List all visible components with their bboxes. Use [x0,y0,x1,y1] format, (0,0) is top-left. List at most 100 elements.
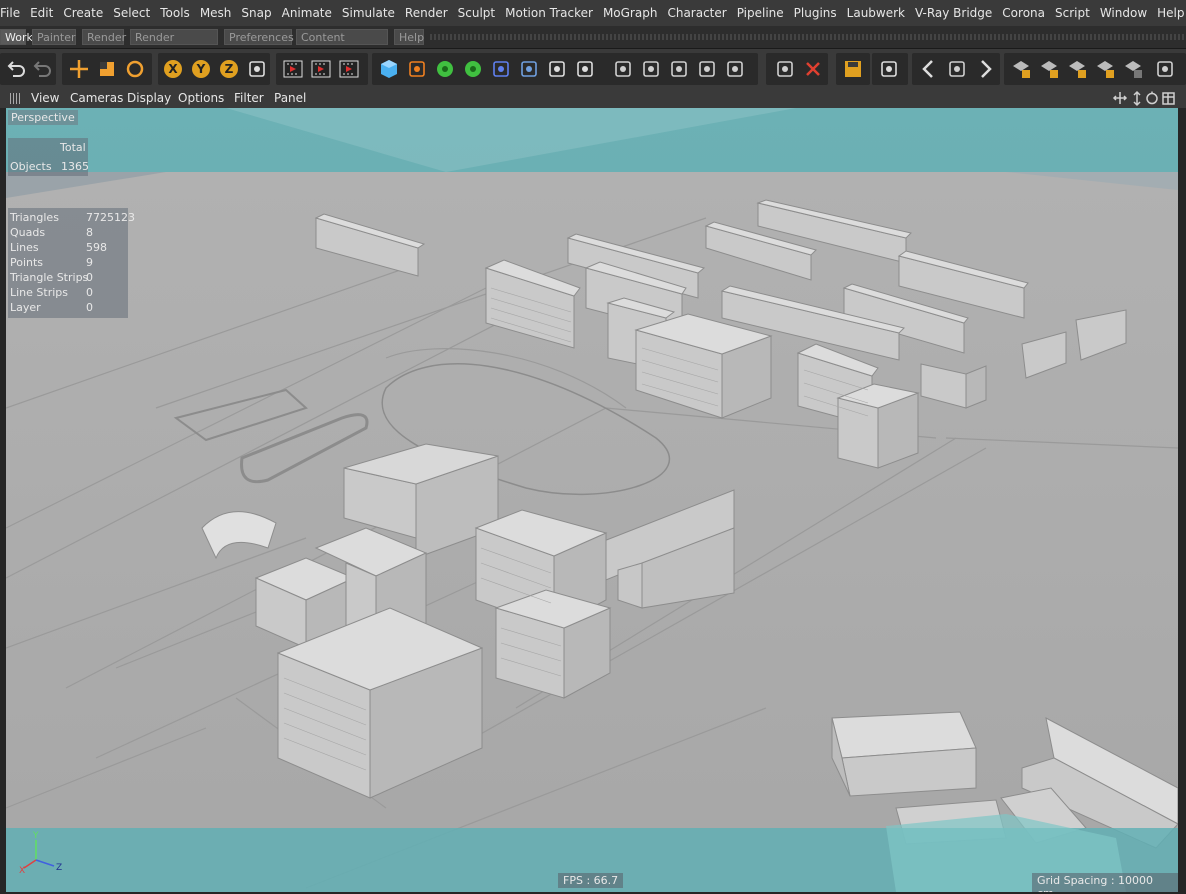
deformer-icon[interactable] [488,55,514,83]
menu-plugins[interactable]: Plugins [789,0,842,26]
snap-icon[interactable] [610,55,636,83]
z-axis-icon[interactable]: Z [216,55,242,83]
viewport-menu-filter[interactable]: Filter [234,89,264,108]
lock-x-icon[interactable] [1008,55,1034,83]
axis-z-label: Z [56,863,62,873]
menu-sculpt[interactable]: Sculpt [453,0,500,26]
menu-character[interactable]: Character [662,0,731,26]
perspective-viewport[interactable]: Perspective Total Objects 1365 Triangles… [6,108,1178,892]
main-menu-bar: File Edit Create Select Tools Mesh Snap Animate… [0,0,1186,26]
viewport-menu-display[interactable]: Display [127,89,171,108]
fps-readout: FPS : 66.7 [558,873,624,888]
edit-render-settings-icon[interactable] [336,55,362,83]
delete-icon[interactable] [800,55,826,83]
x-axis-icon[interactable]: X [160,55,186,83]
grid-spacing-readout: Grid Spacing : 10000 cm [1032,873,1178,892]
svg-text:X: X [168,62,178,76]
coordinate-system-icon[interactable] [244,55,270,83]
lock-extra-icon[interactable] [1120,55,1146,83]
viewport-nav-icons[interactable] [1110,90,1180,107]
scale-icon[interactable] [94,55,120,83]
lock-hierarchy-icon[interactable] [1092,55,1118,83]
stats-objects-value: 1365 [61,160,89,173]
move-icon[interactable] [66,55,92,83]
menu-window[interactable]: Window [1095,0,1152,26]
menu-create[interactable]: Create [58,0,108,26]
layout-bar-hatch [430,34,1186,40]
svg-text:Y: Y [196,62,206,76]
menu-select[interactable]: Select [108,0,155,26]
stats-objects-label: Objects [10,160,52,173]
stat-value-lines: 598 [86,241,107,254]
lock-z-icon[interactable] [1064,55,1090,83]
menu-laubwerk[interactable]: Laubwerk [842,0,910,26]
viewport-right-border [1178,108,1186,894]
menu-snap[interactable]: Snap [236,0,276,26]
main-toolbar: X Y Z [0,49,1186,90]
pen-icon[interactable] [404,55,430,83]
open-icon[interactable] [876,55,902,83]
menu-help[interactable]: Help [1152,0,1186,26]
stat-value-line-strips: 0 [86,286,93,299]
menu-render[interactable]: Render [400,0,453,26]
cube-icon[interactable] [376,55,402,83]
stats-total-header: Total [60,141,86,154]
viewport-menu-panel[interactable]: Panel [274,89,306,108]
floor-icon[interactable] [516,55,542,83]
cloner-icon[interactable] [460,55,486,83]
layout-tab-render[interactable]: Render [82,29,126,45]
layout-tab-preferences[interactable]: Preferences [224,29,294,45]
scene-render [6,108,1178,892]
layout-icon[interactable] [944,55,970,83]
menu-motion-tracker[interactable]: Motion Tracker [500,0,598,26]
save-icon[interactable] [840,55,866,83]
undo-icon[interactable] [2,55,28,83]
menu-v-ray-bridge[interactable]: V-Ray Bridge [910,0,997,26]
menu-mesh[interactable]: Mesh [195,0,237,26]
layout-tab-bar: WorkPainter RenderRender Settings Preferen… [0,26,1186,60]
layout-tab-work[interactable]: Work [0,29,33,45]
menu-tools[interactable]: Tools [155,0,195,26]
subdivision-icon[interactable] [432,55,458,83]
spline-icon[interactable] [1152,55,1178,83]
viewport-menu-options[interactable]: Options [178,89,224,108]
quantize-icon[interactable] [666,55,692,83]
redo-icon[interactable] [28,55,54,83]
psr-icon[interactable] [694,55,720,83]
stat-value-quads: 8 [86,226,93,239]
render-view-icon[interactable] [280,55,306,83]
layout-tab-painter[interactable]: Painter [32,29,76,45]
menu-script[interactable]: Script [1050,0,1095,26]
viewport-name-label[interactable]: Perspective [8,110,78,125]
menu-animate[interactable]: Animate [277,0,337,26]
menu-pipeline[interactable]: Pipeline [732,0,789,26]
menu-edit[interactable]: Edit [25,0,58,26]
stat-label-triangles: Triangles [10,211,59,224]
solo-icon[interactable] [722,55,748,83]
viewport-menu-bar: View Cameras Display Options Filter Pane… [0,89,1186,108]
stat-value-layer: 0 [86,301,93,314]
next-icon[interactable] [972,55,998,83]
render-picture-viewer-icon[interactable] [308,55,334,83]
viewport-menu-cameras[interactable]: Cameras [70,89,123,108]
lock-y-icon[interactable] [1036,55,1062,83]
model-mode-icon[interactable] [772,55,798,83]
viewport-menu-view[interactable]: View [31,89,59,108]
prev-icon[interactable] [916,55,942,83]
axis-x-label: X [19,866,25,876]
layout-tab-render-settings[interactable]: Render Settings [130,29,218,60]
light-icon[interactable] [572,55,598,83]
stat-label-quads: Quads [10,226,46,239]
workplane-icon[interactable] [638,55,664,83]
layout-tab-help[interactable]: Help [394,29,424,45]
viewport-grip-icon[interactable] [10,93,22,104]
rotate-icon[interactable] [122,55,148,83]
stat-label-lines: Lines [10,241,39,254]
layout-tab-content-browser[interactable]: Content Browser [296,29,388,60]
menu-corona[interactable]: Corona [997,0,1050,26]
camera-icon[interactable] [544,55,570,83]
menu-file[interactable]: File [0,0,25,26]
y-axis-icon[interactable]: Y [188,55,214,83]
menu-mograph[interactable]: MoGraph [598,0,663,26]
menu-simulate[interactable]: Simulate [337,0,400,26]
